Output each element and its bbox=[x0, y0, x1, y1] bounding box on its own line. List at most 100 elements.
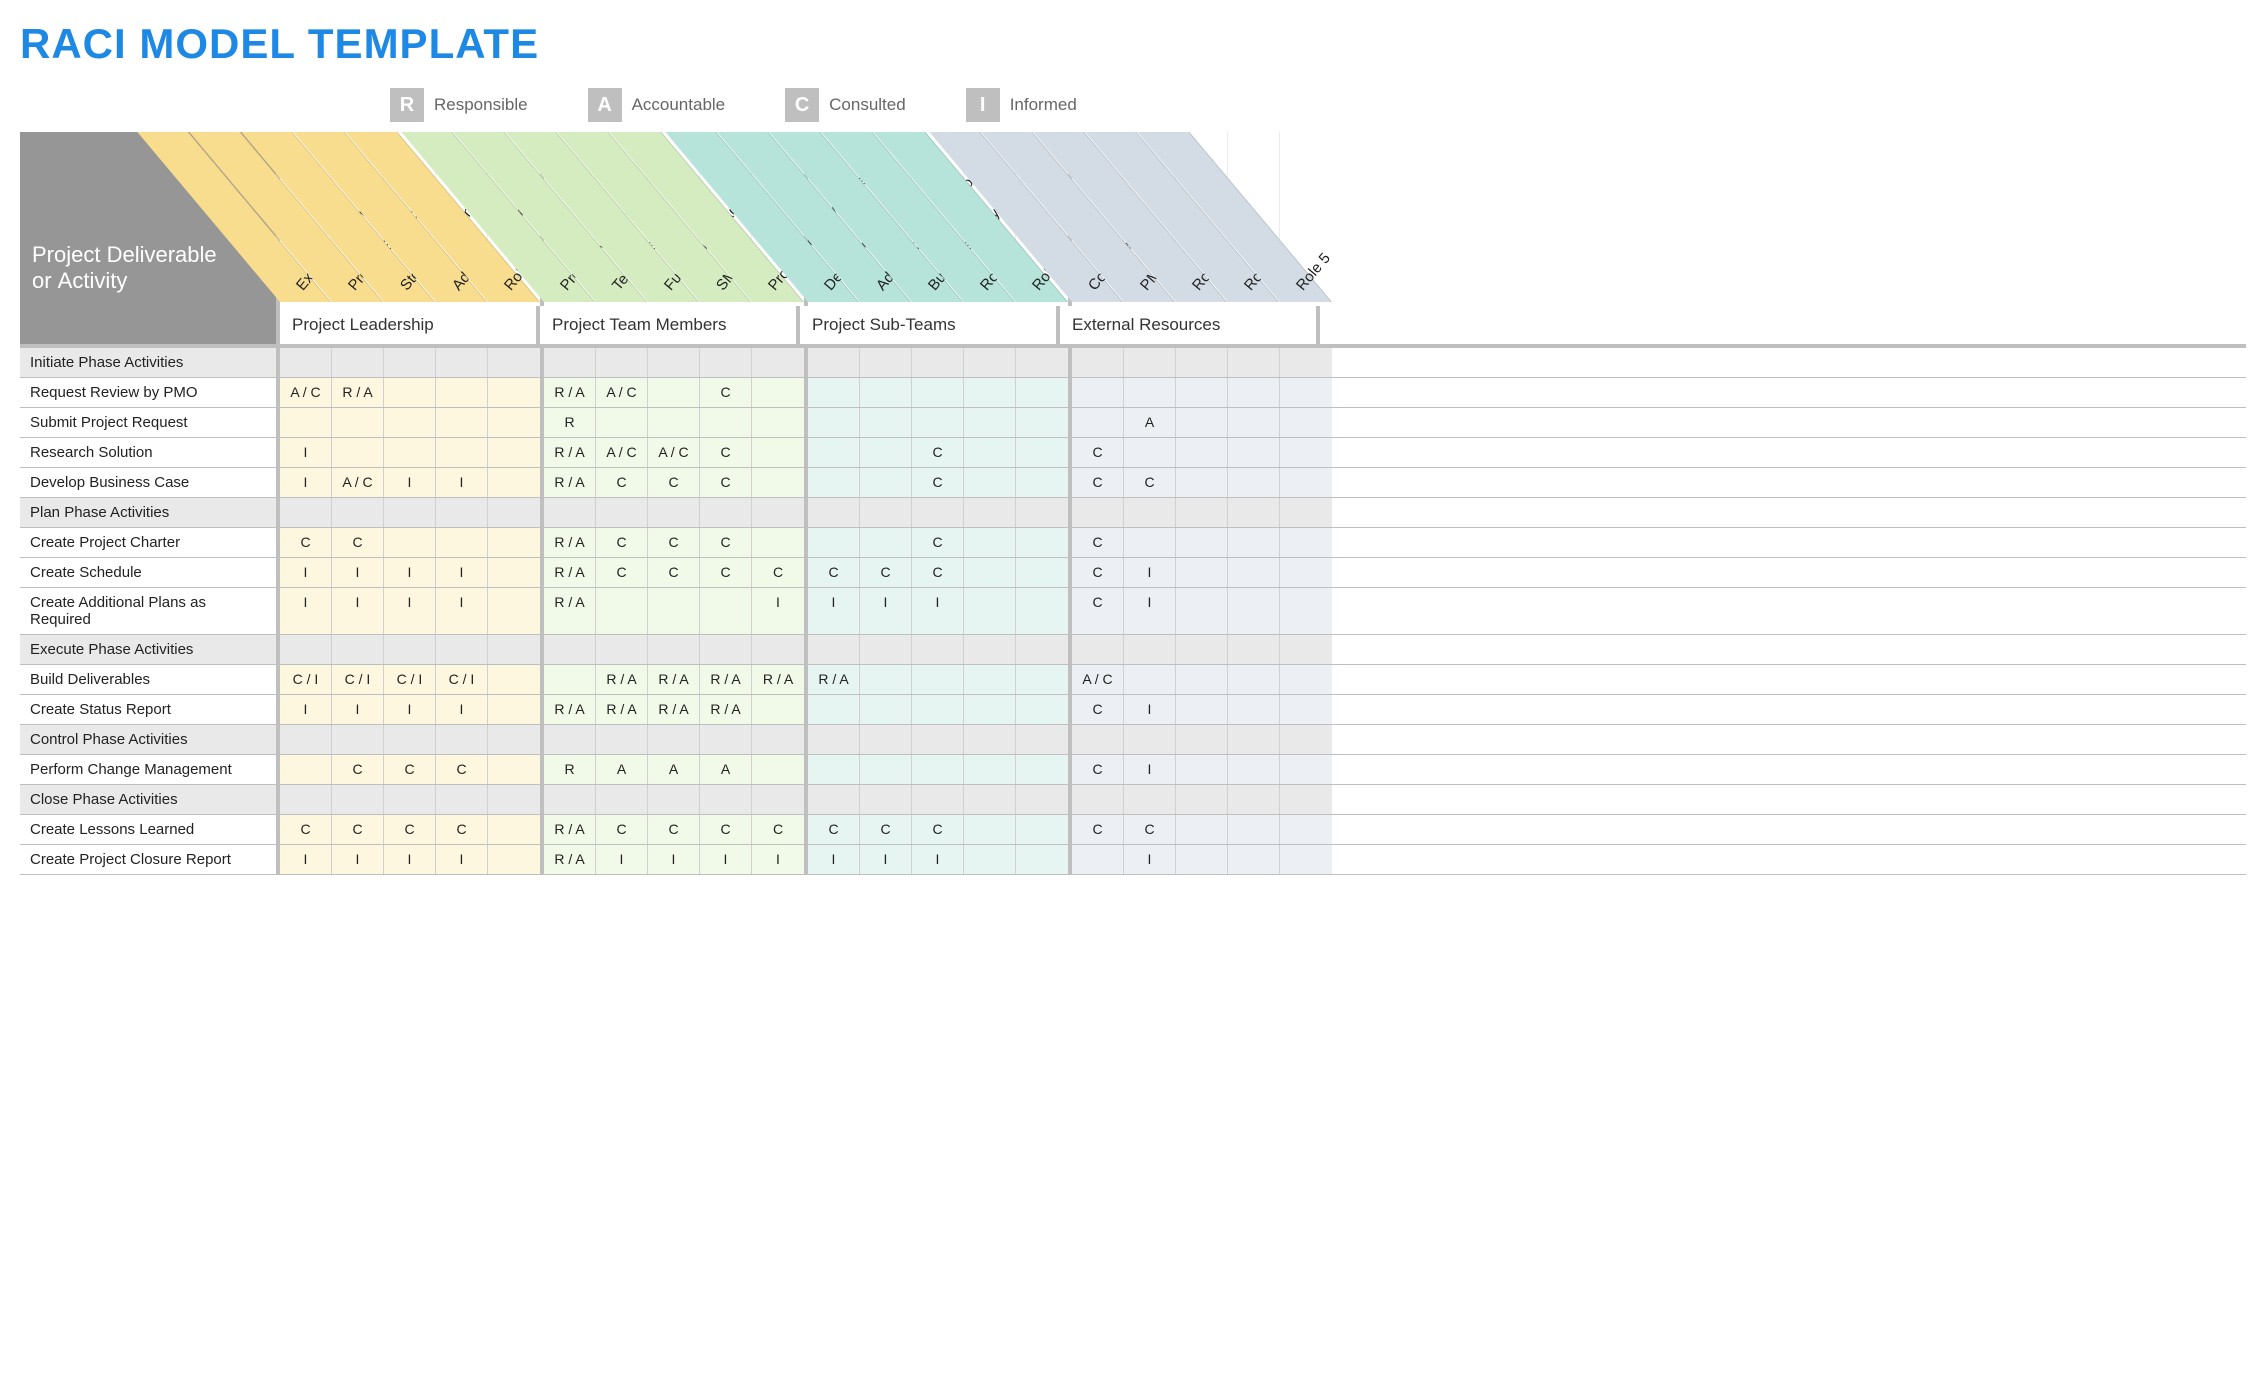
raci-cell bbox=[1176, 408, 1228, 437]
raci-cell: C bbox=[280, 528, 332, 557]
raci-cell bbox=[1176, 498, 1228, 527]
cells-group: CC bbox=[280, 528, 544, 557]
cells-group bbox=[544, 348, 808, 377]
raci-cell: I bbox=[332, 558, 384, 587]
cells-group: R bbox=[544, 408, 808, 437]
raci-cell bbox=[1280, 725, 1332, 754]
raci-cell: C bbox=[332, 755, 384, 784]
raci-cell bbox=[1016, 558, 1068, 587]
raci-cell bbox=[384, 785, 436, 814]
cells-group: IIII bbox=[280, 558, 544, 587]
raci-cell: I bbox=[648, 845, 700, 874]
raci-cell bbox=[384, 498, 436, 527]
raci-cell bbox=[1280, 785, 1332, 814]
raci-cell bbox=[544, 348, 596, 377]
cells-group: CC bbox=[1072, 468, 1332, 497]
raci-cell: A / C bbox=[596, 378, 648, 407]
raci-cell bbox=[488, 695, 540, 724]
raci-cell: R bbox=[544, 755, 596, 784]
cells-group: CI bbox=[1072, 695, 1332, 724]
raci-cell bbox=[1176, 588, 1228, 634]
activity-label: Request Review by PMO bbox=[20, 378, 280, 407]
raci-cell bbox=[860, 528, 912, 557]
cells-group: C bbox=[808, 468, 1072, 497]
raci-cell bbox=[700, 588, 752, 634]
raci-cell: C bbox=[280, 815, 332, 844]
raci-cell bbox=[596, 498, 648, 527]
raci-cell: C bbox=[1072, 528, 1124, 557]
raci-cell bbox=[1228, 695, 1280, 724]
activity-label: Create Project Closure Report bbox=[20, 845, 280, 874]
raci-cell bbox=[384, 348, 436, 377]
raci-cell bbox=[488, 378, 540, 407]
legend-item: CConsulted bbox=[785, 88, 906, 122]
raci-cell: I bbox=[384, 845, 436, 874]
cells-group bbox=[808, 498, 1072, 527]
activity-label: Develop Business Case bbox=[20, 468, 280, 497]
raci-cell bbox=[596, 725, 648, 754]
raci-cell: I bbox=[752, 588, 804, 634]
cells-group bbox=[808, 348, 1072, 377]
raci-cell bbox=[488, 558, 540, 587]
cells-group bbox=[808, 785, 1072, 814]
cells-group: C bbox=[1072, 438, 1332, 467]
raci-cell bbox=[1228, 468, 1280, 497]
cells-group bbox=[808, 755, 1072, 784]
raci-cell: C / I bbox=[436, 665, 488, 694]
raci-cell bbox=[1176, 695, 1228, 724]
raci-cell bbox=[280, 498, 332, 527]
raci-cell bbox=[808, 695, 860, 724]
raci-cell bbox=[1016, 528, 1068, 557]
raci-cell bbox=[1016, 498, 1068, 527]
cells-group: III bbox=[808, 845, 1072, 874]
raci-cell: C bbox=[648, 815, 700, 844]
raci-cell bbox=[964, 785, 1016, 814]
cells-group bbox=[1072, 348, 1332, 377]
raci-cell bbox=[648, 785, 700, 814]
raci-cell bbox=[1280, 665, 1332, 694]
cells-group bbox=[544, 498, 808, 527]
raci-cell bbox=[596, 408, 648, 437]
raci-cell bbox=[544, 785, 596, 814]
raci-cell bbox=[384, 378, 436, 407]
raci-cell bbox=[596, 785, 648, 814]
cells-group: R / AIIII bbox=[544, 845, 808, 874]
raci-cell: C bbox=[860, 815, 912, 844]
raci-cell: I bbox=[436, 695, 488, 724]
raci-cell: C bbox=[648, 528, 700, 557]
raci-cell: R / A bbox=[544, 695, 596, 724]
cells-group bbox=[280, 635, 544, 664]
raci-cell bbox=[1124, 348, 1176, 377]
raci-cell bbox=[1228, 635, 1280, 664]
raci-cell bbox=[436, 635, 488, 664]
raci-cell: C bbox=[700, 815, 752, 844]
raci-cell bbox=[488, 725, 540, 754]
cells-group bbox=[808, 408, 1072, 437]
raci-cell bbox=[700, 348, 752, 377]
raci-cell: R / A bbox=[544, 528, 596, 557]
cells-group bbox=[1072, 635, 1332, 664]
raci-cell: I bbox=[1124, 845, 1176, 874]
raci-cell bbox=[752, 725, 804, 754]
raci-cell bbox=[1280, 348, 1332, 377]
raci-cell bbox=[544, 725, 596, 754]
group-label: Project Team Members bbox=[540, 306, 800, 344]
raci-cell: R / A bbox=[544, 378, 596, 407]
raci-cell bbox=[1228, 528, 1280, 557]
raci-cell bbox=[1016, 695, 1068, 724]
raci-cell: C bbox=[648, 558, 700, 587]
raci-cell: A bbox=[700, 755, 752, 784]
raci-cell bbox=[912, 665, 964, 694]
cells-group bbox=[808, 635, 1072, 664]
raci-cell: R / A bbox=[332, 378, 384, 407]
raci-cell bbox=[752, 635, 804, 664]
activity-label: Perform Change Management bbox=[20, 755, 280, 784]
group-header: ConsultantPMORole 3Role 4Role 5 bbox=[1072, 132, 1332, 306]
raci-cell bbox=[1176, 528, 1228, 557]
raci-cell bbox=[1072, 635, 1124, 664]
raci-cell bbox=[488, 408, 540, 437]
activity-label: Create Additional Plans as Required bbox=[20, 588, 280, 634]
raci-cell: I bbox=[808, 588, 860, 634]
legend-label: Accountable bbox=[632, 95, 726, 115]
raci-cell: C bbox=[808, 558, 860, 587]
